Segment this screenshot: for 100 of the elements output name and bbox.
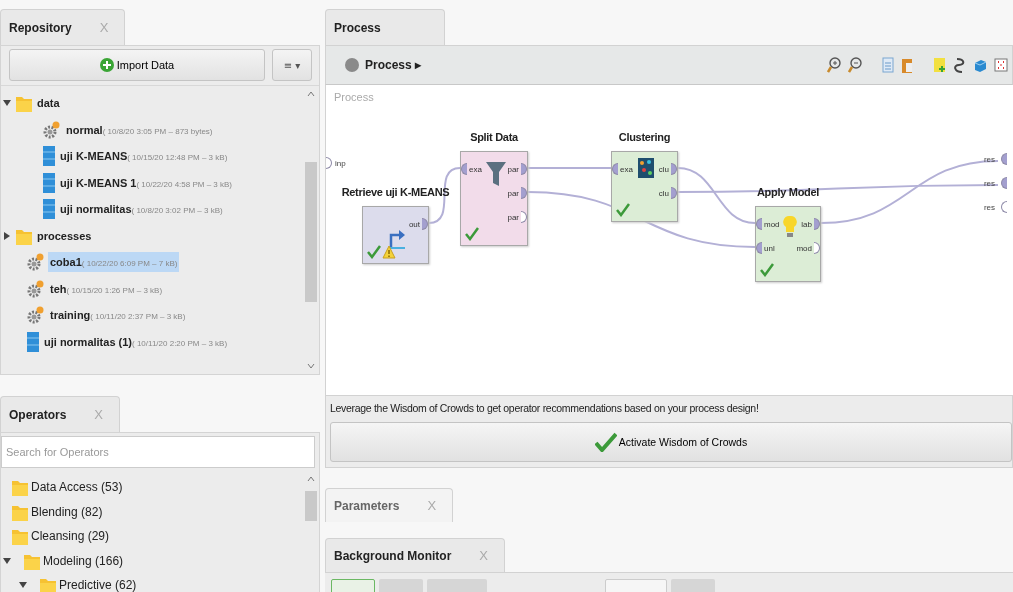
- port-label: lab: [801, 219, 812, 229]
- gear-icon: [27, 279, 45, 298]
- background-monitor-tab[interactable]: Background Monitor X: [325, 538, 505, 572]
- breadcrumb-link[interactable]: Process ▸: [365, 58, 422, 72]
- output-port[interactable]: [814, 218, 820, 230]
- lightbulb-icon: [783, 215, 797, 239]
- repository-tab[interactable]: Repository X: [0, 9, 126, 45]
- port-label: exa: [620, 164, 633, 174]
- menu-button[interactable]: ≡ ▾: [272, 49, 312, 81]
- scroll-down-icon[interactable]: [307, 363, 315, 369]
- port-label: exa: [469, 164, 482, 174]
- operators-tab[interactable]: Operators X: [0, 396, 121, 432]
- gear-icon: [27, 306, 45, 325]
- output-port[interactable]: [521, 163, 527, 175]
- parameters-tab[interactable]: Parameters X: [325, 488, 454, 522]
- repository-item[interactable]: processes: [35, 225, 94, 246]
- scroll-up-icon[interactable]: [307, 476, 315, 482]
- add-note-icon[interactable]: [933, 57, 947, 73]
- port-label: mod: [764, 219, 780, 229]
- port-label: res: [983, 154, 995, 164]
- paste-icon[interactable]: [901, 57, 913, 73]
- data-icon: [43, 172, 55, 193]
- gear-icon: [43, 120, 61, 139]
- repository-item[interactable]: teh( 10/15/20 1:26 PM – 3 kB): [48, 278, 165, 299]
- port-label: res: [983, 202, 995, 212]
- operator-group[interactable]: Predictive (62): [59, 578, 137, 592]
- cube-icon[interactable]: [973, 57, 987, 73]
- operator-node[interactable]: mod unl lab mod: [755, 206, 821, 282]
- folder-icon: [12, 527, 28, 546]
- operator-group[interactable]: Blending (82): [31, 504, 103, 519]
- folder-icon: [16, 94, 32, 113]
- output-port[interactable]: [521, 211, 527, 223]
- repository-item[interactable]: data: [35, 93, 62, 114]
- port-label: inp: [335, 158, 346, 168]
- port-label: out: [408, 219, 420, 229]
- port-label: unl: [764, 243, 775, 253]
- monitor-button[interactable]: [605, 579, 667, 592]
- zoom-in-icon[interactable]: [827, 57, 841, 73]
- activate-wisdom-button[interactable]: Activate Wisdom of Crowds: [330, 422, 1012, 462]
- input-port[interactable]: [326, 157, 332, 169]
- data-icon: [27, 331, 39, 352]
- input-port[interactable]: [461, 163, 467, 175]
- result-port[interactable]: [1001, 153, 1007, 165]
- repository-item[interactable]: uji normalitas( 10/8/20 3:02 PM – 3 kB): [58, 199, 225, 220]
- port-label: par: [507, 188, 519, 198]
- operator-node[interactable]: out: [362, 206, 429, 264]
- scroll-up-icon[interactable]: [307, 91, 315, 97]
- operator-title: Apply Model: [755, 186, 821, 198]
- port-label: mod: [796, 243, 812, 253]
- repository-item[interactable]: uji K-MEANS( 10/15/20 12:48 PM – 3 kB): [58, 146, 230, 167]
- repository-item[interactable]: coba1( 10/22/20 6:09 PM – 7 kB): [48, 252, 180, 273]
- gear-icon: [27, 253, 45, 272]
- check-icon: [594, 432, 617, 452]
- output-port[interactable]: [422, 218, 428, 230]
- operator-group[interactable]: Data Access (53): [31, 480, 123, 495]
- data-icon: [43, 146, 55, 167]
- input-port[interactable]: [756, 218, 762, 230]
- repository-item[interactable]: uji normalitas (1)( 10/11/20 2:20 PM – 3 kB): [42, 331, 230, 352]
- result-port[interactable]: [1001, 177, 1007, 189]
- process-tab[interactable]: Process: [325, 9, 445, 45]
- process-status-icon: [345, 58, 359, 72]
- output-port[interactable]: [671, 163, 677, 175]
- zoom-out-icon[interactable]: [848, 57, 862, 73]
- folder-icon: [12, 478, 28, 497]
- folder-icon: [40, 576, 56, 592]
- recommendation-text: Leverage the Wisdom of Crowds to get operator recommendations based on your process design!: [330, 402, 760, 414]
- operator-title: Clustering: [617, 131, 672, 143]
- operator-node[interactable]: exa par par par: [460, 151, 528, 246]
- port-label: res: [983, 178, 995, 188]
- port-label: par: [507, 212, 519, 222]
- operator-node[interactable]: exa clu clu: [611, 151, 678, 222]
- retrieve-arrow-icon: [387, 227, 407, 249]
- expand-arrow-icon[interactable]: [3, 556, 11, 565]
- repository-item[interactable]: training( 10/11/20 2:37 PM – 3 kB): [48, 305, 188, 326]
- canvas-title: Process: [334, 91, 374, 103]
- expand-arrow-icon[interactable]: [3, 99, 11, 108]
- search-field[interactable]: Search for Operators: [1, 436, 315, 468]
- operator-title: Split Data: [469, 131, 520, 143]
- port-label: par: [507, 164, 519, 174]
- operator-group[interactable]: Cleansing (29): [31, 529, 110, 544]
- input-port[interactable]: [756, 242, 762, 254]
- repository-item[interactable]: uji K-MEANS 1( 10/22/20 4:58 PM – 3 kB): [58, 172, 234, 193]
- plus-icon: [99, 58, 114, 72]
- port-label: clu: [658, 188, 669, 198]
- port-label: clu: [658, 164, 669, 174]
- monitor-button[interactable]: [331, 579, 375, 592]
- result-port[interactable]: [1001, 201, 1007, 213]
- operator-title: Retrieve uji K-MEANS: [340, 186, 451, 198]
- operator-group[interactable]: Modeling (166): [43, 553, 124, 568]
- output-port[interactable]: [521, 187, 527, 199]
- copy-icon[interactable]: [882, 57, 894, 73]
- output-port[interactable]: [814, 242, 820, 254]
- expand-arrow-icon[interactable]: [19, 581, 27, 590]
- input-port[interactable]: [612, 163, 618, 175]
- output-port[interactable]: [671, 187, 677, 199]
- wire-icon[interactable]: [954, 57, 966, 73]
- grid-icon[interactable]: [994, 57, 1008, 73]
- expand-arrow-icon[interactable]: [3, 231, 11, 240]
- import-data-button[interactable]: Import Data: [9, 49, 265, 81]
- repository-item[interactable]: normal( 10/8/20 3:05 PM – 873 bytes): [64, 119, 215, 140]
